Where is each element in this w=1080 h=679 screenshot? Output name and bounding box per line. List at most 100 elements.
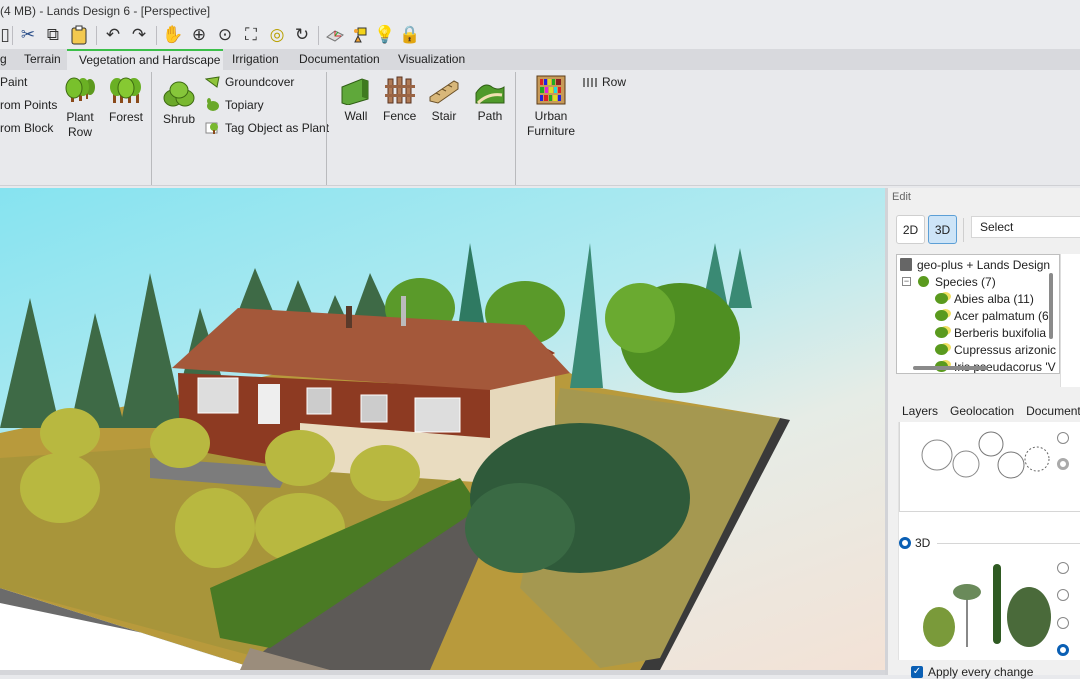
3d-radio[interactable] bbox=[899, 537, 911, 549]
object-snap-icon[interactable] bbox=[349, 24, 371, 46]
path-label: Path bbox=[477, 109, 503, 123]
group-border bbox=[899, 511, 1080, 512]
shrub-icon bbox=[163, 81, 195, 107]
path-button[interactable]: Path bbox=[474, 75, 506, 124]
group-border bbox=[937, 543, 1080, 544]
grid-snap-icon[interactable] bbox=[324, 24, 346, 46]
wall-button[interactable]: Wall bbox=[340, 75, 372, 124]
button-separator bbox=[963, 218, 964, 242]
apply-every-change-checkbox[interactable]: ✓ bbox=[911, 666, 923, 678]
tree-horizontal-scrollbar[interactable] bbox=[913, 366, 988, 370]
model-option-radio[interactable] bbox=[1057, 562, 1069, 574]
redo-icon[interactable]: ↷ bbox=[128, 24, 150, 46]
groundcover-icon bbox=[205, 76, 220, 88]
groundcover-button[interactable]: Groundcover bbox=[205, 75, 294, 89]
window bbox=[414, 397, 461, 433]
shrub bbox=[175, 488, 255, 568]
row-label: Row bbox=[602, 75, 627, 89]
deciduous-tree bbox=[605, 283, 675, 353]
symbol-option-radio[interactable] bbox=[1057, 432, 1069, 444]
from-points-label: rom Points bbox=[0, 98, 58, 112]
copy-icon[interactable]: ⧉ bbox=[42, 24, 64, 46]
viewport-bottom-border bbox=[0, 670, 888, 675]
cut-icon[interactable]: ✂ bbox=[17, 24, 39, 46]
tab-terrain[interactable]: Terrain bbox=[16, 49, 69, 70]
undo-icon[interactable]: ↶ bbox=[102, 24, 124, 46]
topiary-button[interactable]: Topiary bbox=[205, 98, 264, 112]
tab-documentation[interactable]: Documentation bbox=[291, 49, 388, 70]
fence-label: Fence bbox=[383, 109, 417, 123]
zoom-window-icon[interactable]: ⊙ bbox=[214, 24, 236, 46]
shrub-button[interactable]: Shrub bbox=[163, 78, 195, 127]
new-icon[interactable]: ▯ bbox=[0, 24, 16, 46]
tab-vegetation-and-hardscape[interactable]: Vegetation and Hardscape bbox=[67, 49, 223, 70]
plant-row-icon bbox=[65, 77, 95, 102]
model-palm bbox=[953, 584, 981, 600]
tab-geolocation[interactable]: Geolocation bbox=[944, 402, 1020, 422]
view-3d-button[interactable]: 3D bbox=[928, 215, 957, 244]
from-block-button[interactable]: rom Block bbox=[0, 121, 53, 135]
pan-icon[interactable]: ✋ bbox=[162, 24, 184, 46]
chimney bbox=[346, 306, 352, 328]
zoom-dynamic-icon[interactable]: ⊕ bbox=[188, 24, 210, 46]
edit-panel: Edit 2D 3D Select geo-plus + Lands Desig… bbox=[888, 188, 1080, 679]
hedge-shrub bbox=[465, 483, 575, 573]
model-option-radio[interactable] bbox=[1057, 617, 1069, 629]
tag-plant-icon bbox=[205, 122, 218, 134]
zoom-extents-icon[interactable]: ⛶ bbox=[240, 24, 262, 46]
perspective-viewport[interactable] bbox=[0, 188, 885, 670]
paint-button[interactable]: Paint bbox=[0, 75, 27, 89]
tab-irrigation[interactable]: Irrigation bbox=[224, 49, 287, 70]
shrub bbox=[20, 453, 100, 523]
ribbon-panel: Paint rom Points rom Block Plant Row For… bbox=[0, 70, 1080, 186]
tab-partial[interactable]: g bbox=[0, 49, 15, 70]
stair-button[interactable]: Stair bbox=[428, 75, 460, 124]
symbol-option-radio[interactable] bbox=[1057, 458, 1069, 470]
view-2d-button[interactable]: 2D bbox=[896, 215, 925, 244]
vent-pipe bbox=[401, 296, 406, 326]
window bbox=[197, 377, 239, 414]
lock-icon[interactable]: 🔒 bbox=[399, 24, 421, 46]
3d-scene bbox=[0, 243, 790, 670]
from-points-button[interactable]: rom Points bbox=[0, 98, 57, 112]
from-block-label: rom Block bbox=[0, 121, 54, 135]
species-tree: geo-plus + Lands Design − Species (7) Ab… bbox=[896, 254, 1060, 374]
plant-row-button[interactable]: Plant Row bbox=[64, 76, 96, 140]
model-cypress bbox=[993, 564, 1001, 644]
urban-furniture-icon bbox=[536, 75, 566, 105]
urban-furniture-button[interactable]: Urban Furniture bbox=[527, 75, 575, 139]
tag-object-as-plant-button[interactable]: Tag Object as Plant bbox=[205, 121, 329, 135]
tree-root[interactable]: geo-plus + Lands Design bbox=[900, 256, 1050, 273]
model-option-radio[interactable] bbox=[1057, 644, 1069, 656]
panel-tabs: Layers Geolocation Document V bbox=[896, 402, 1080, 422]
tree-species-group[interactable]: − Species (7) bbox=[902, 273, 996, 290]
ribbon-separator bbox=[151, 72, 152, 185]
tree-item[interactable]: Berberis buxifolia bbox=[935, 324, 1046, 341]
forest-button[interactable]: Forest bbox=[109, 76, 143, 125]
wall-label: Wall bbox=[344, 109, 368, 123]
tab-visualization[interactable]: Visualization bbox=[390, 49, 473, 70]
zoom-selected-icon[interactable]: ◎ bbox=[266, 24, 288, 46]
tree-side-area bbox=[1060, 254, 1080, 387]
paint-label: Paint bbox=[0, 75, 28, 89]
paste-icon[interactable] bbox=[68, 24, 90, 46]
tree-item[interactable]: Abies alba (11) bbox=[935, 290, 1034, 307]
rotate-view-icon[interactable]: ↻ bbox=[291, 24, 313, 46]
tree-item[interactable]: Acer palmatum (6 bbox=[935, 307, 1049, 324]
plant-species-icon bbox=[935, 310, 948, 321]
fence-button[interactable]: Fence bbox=[383, 75, 416, 124]
tree-vertical-scrollbar[interactable] bbox=[1049, 273, 1053, 339]
tab-layers[interactable]: Layers bbox=[896, 402, 944, 422]
window bbox=[306, 387, 332, 415]
light-bulb-icon[interactable]: 💡 bbox=[374, 24, 396, 46]
model-option-radio[interactable] bbox=[1057, 589, 1069, 601]
row-button[interactable]: Row bbox=[582, 75, 626, 89]
tag-object-as-plant-label: Tag Object as Plant bbox=[225, 121, 330, 135]
cypress bbox=[458, 243, 485, 328]
select-dropdown[interactable]: Select bbox=[971, 216, 1080, 238]
collapse-icon[interactable]: − bbox=[902, 277, 911, 286]
tree-item[interactable]: Cupressus arizonic bbox=[935, 341, 1056, 358]
model-tree bbox=[923, 607, 955, 647]
tab-document[interactable]: Document bbox=[1020, 402, 1080, 422]
plant-species-icon bbox=[935, 293, 948, 304]
